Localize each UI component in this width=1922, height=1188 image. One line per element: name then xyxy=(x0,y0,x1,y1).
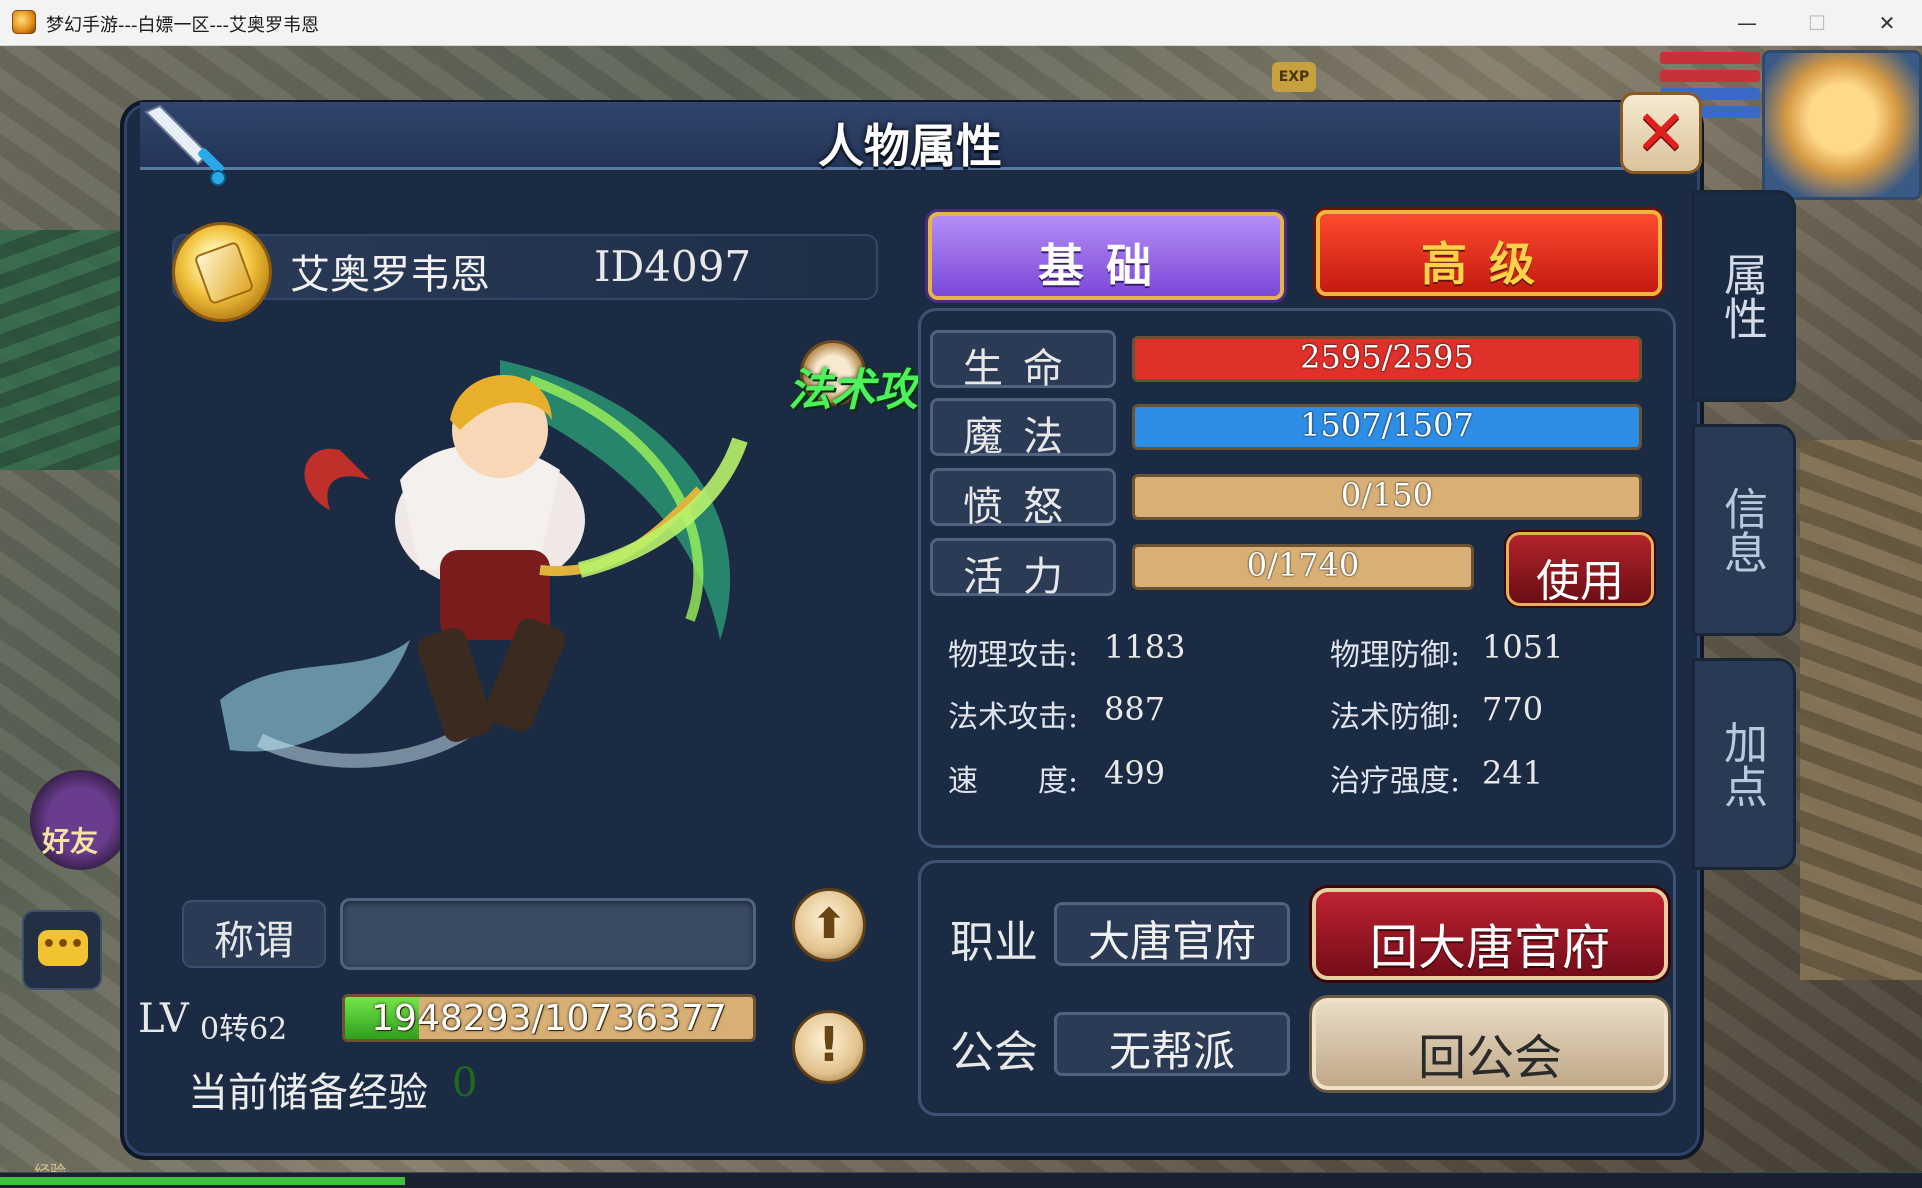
attr-value-healing: 241 xyxy=(1482,754,1544,792)
chat-button[interactable]: ••• xyxy=(22,910,102,990)
use-vitality-button[interactable]: 使用 xyxy=(1506,532,1654,607)
tab-info[interactable]: 信息 xyxy=(1692,424,1796,636)
attr-value-phys-def: 1051 xyxy=(1482,628,1564,666)
attr-label-magic-def: 法术防御: xyxy=(1330,700,1461,735)
character-art xyxy=(220,360,748,768)
return-guild-label: 回公会 xyxy=(1417,1030,1562,1086)
level-prefix: LV xyxy=(138,996,189,1042)
return-school-label: 回大唐官府 xyxy=(1369,920,1610,976)
minimize-button[interactable]: — xyxy=(1712,0,1782,46)
tab-advanced[interactable]: 高级 xyxy=(1316,210,1662,296)
hp-label: 生命 xyxy=(963,346,1083,392)
window-close-button[interactable]: ✕ xyxy=(1852,0,1922,46)
character-name: 艾奥罗韦恩 xyxy=(290,252,490,298)
window-title: 梦幻手游---白嫖一区---艾奥罗韦恩 xyxy=(46,15,319,36)
attr-label-healing: 治疗强度: xyxy=(1330,764,1461,799)
bottom-exp-strip xyxy=(0,1172,1922,1188)
school-emblem-icon[interactable] xyxy=(172,222,272,322)
panel-close-button[interactable]: ✕ xyxy=(1620,92,1702,174)
level-text: 0转62 xyxy=(200,1012,288,1047)
panel-title: 人物属性 xyxy=(818,119,1002,173)
return-guild-button[interactable]: 回公会 xyxy=(1312,998,1668,1090)
attr-value-magic-atk: 887 xyxy=(1104,690,1166,728)
mp-label: 魔法 xyxy=(963,414,1083,460)
character-id: ID4097 xyxy=(594,242,752,291)
scene-roof-left xyxy=(0,230,130,470)
tab-basic[interactable]: 基础 xyxy=(928,212,1284,300)
attr-value-magic-def: 770 xyxy=(1482,690,1544,728)
tab-attributes[interactable]: 属性 xyxy=(1692,190,1796,402)
chat-bubble-icon: ••• xyxy=(38,930,88,966)
attr-value-speed: 499 xyxy=(1104,754,1166,792)
attr-label-phys-atk: 物理攻击: xyxy=(948,638,1079,673)
exclamation-icon: ! xyxy=(818,1017,840,1073)
rage-value: 0/150 xyxy=(1340,476,1434,514)
job-value: 大唐官府 xyxy=(1087,917,1256,966)
tab-add-points[interactable]: 加点 xyxy=(1692,658,1796,870)
job-label: 职业 xyxy=(950,917,1038,968)
mp-value: 1507/1507 xyxy=(1300,406,1474,444)
close-x-icon: ✕ xyxy=(1635,96,1687,169)
hp-value: 2595/2595 xyxy=(1300,338,1474,376)
rage-label: 愤怒 xyxy=(963,484,1083,530)
name-row xyxy=(172,234,878,300)
guild-label: 公会 xyxy=(950,1027,1038,1078)
attr-value-phys-atk: 1183 xyxy=(1104,628,1186,666)
attr-label-speed: 速 度: xyxy=(948,764,1079,799)
attr-label-magic-atk: 法术攻击: xyxy=(948,700,1079,735)
reserve-exp-value: 0 xyxy=(452,1060,478,1106)
tab-basic-label: 基础 xyxy=(1038,239,1174,293)
tab-advanced-label: 高级 xyxy=(1421,237,1557,291)
upgrade-button[interactable]: ⬆ xyxy=(792,888,866,962)
exp-progress-text: 1948293/10736377 xyxy=(371,998,727,1039)
app-icon xyxy=(12,10,36,34)
upload-arrow-icon: ⬆ xyxy=(811,899,847,948)
vitality-label: 活力 xyxy=(963,554,1083,600)
friend-label: 好友 xyxy=(42,825,99,858)
use-button-label: 使用 xyxy=(1536,556,1624,607)
window-titlebar: 梦幻手游---白嫖一区---艾奥罗韦恩 — ☐ ✕ xyxy=(0,0,1922,46)
player-portrait[interactable] xyxy=(1762,50,1922,200)
return-school-button[interactable]: 回大唐官府 xyxy=(1312,888,1668,980)
attr-label-phys-def: 物理防御: xyxy=(1330,638,1461,673)
title-select-field[interactable] xyxy=(340,898,756,970)
scene-roof-right xyxy=(1800,440,1922,980)
guild-value: 无帮派 xyxy=(1108,1027,1235,1076)
exp-badge-icon[interactable]: EXP xyxy=(1272,62,1316,92)
reserve-exp-label: 当前储备经验 xyxy=(188,1070,428,1116)
maximize-button[interactable]: ☐ xyxy=(1782,0,1852,46)
title-label: 称谓 xyxy=(214,918,294,964)
vitality-value: 0/1740 xyxy=(1246,546,1360,584)
exp-info-button[interactable]: ! xyxy=(792,1010,866,1084)
sword-icon xyxy=(144,104,226,186)
